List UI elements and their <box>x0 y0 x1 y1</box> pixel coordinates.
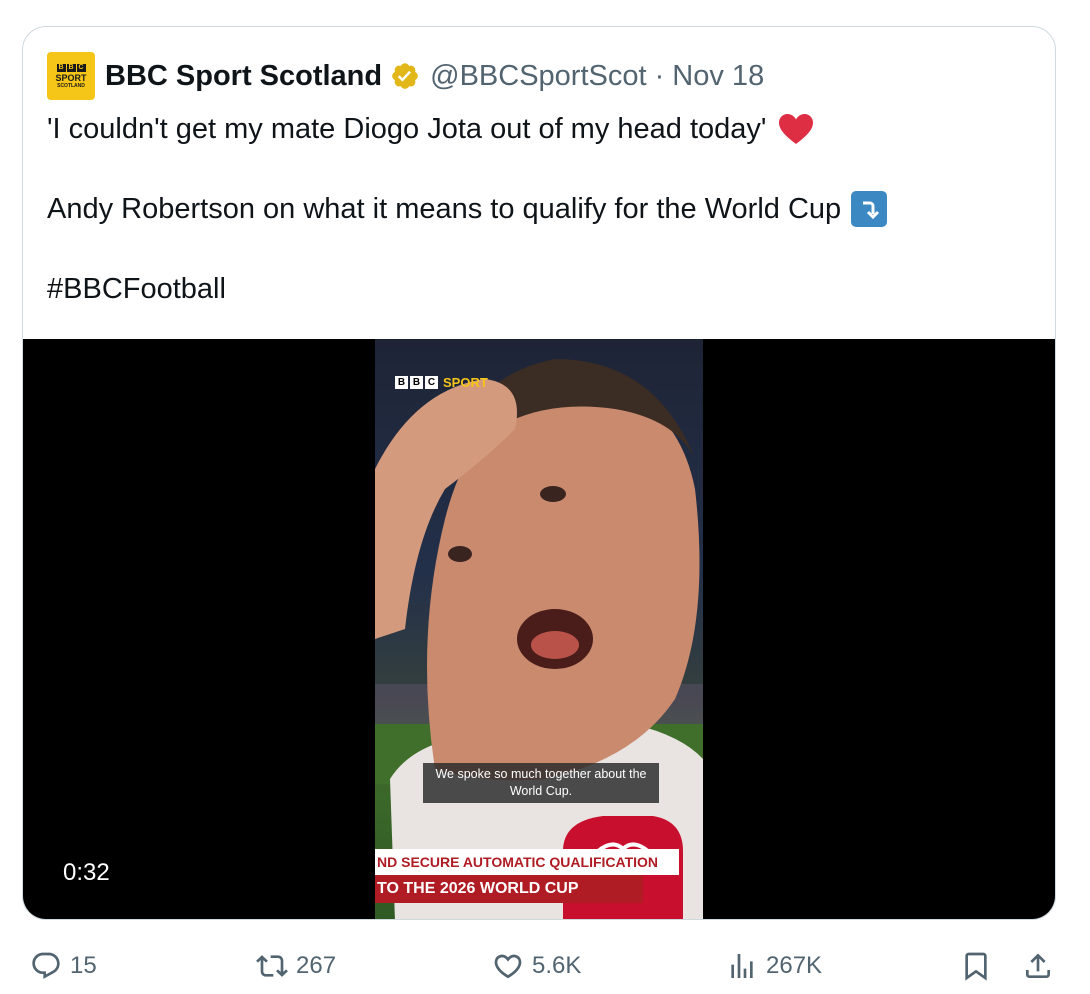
verified-badge-icon <box>392 63 418 89</box>
bookmark-icon <box>965 952 987 981</box>
tweet-header: B B C SPORT SCOTLAND BBC Sport Scotland … <box>47 51 764 101</box>
views-button[interactable]: 267K <box>726 942 822 990</box>
video-player[interactable]: B B C SPORT We spoke so much together ab… <box>23 339 1055 919</box>
tweet-actions: 15 267 5.6K 267K <box>22 942 1056 992</box>
tweet-body: 'I couldn't get my mate Diogo Jota out o… <box>47 109 1027 309</box>
bbc-sport-logo: B B C SPORT <box>395 375 488 390</box>
lower-third-top: ND SECURE AUTOMATIC QUALIFICATION <box>375 849 679 875</box>
like-icon <box>494 954 522 979</box>
like-button[interactable]: 5.6K <box>492 942 581 990</box>
video-duration: 0:32 <box>63 859 110 886</box>
views-icon <box>731 954 753 978</box>
retweet-icon <box>256 955 288 977</box>
share-button[interactable] <box>1022 942 1054 990</box>
video-frame[interactable]: B B C SPORT We spoke so much together ab… <box>375 339 703 919</box>
logo-block: C <box>425 376 438 389</box>
bookmark-button[interactable] <box>960 942 992 990</box>
tweet-card[interactable]: B B C SPORT SCOTLAND BBC Sport Scotland … <box>22 26 1056 920</box>
share-icon <box>1026 953 1050 978</box>
avatar-line2: SCOTLAND <box>57 82 85 89</box>
like-count: 5.6K <box>532 952 582 979</box>
retweet-button[interactable]: 267 <box>256 942 336 990</box>
avatar-block: B <box>66 63 76 72</box>
avatar-block: B <box>56 63 66 72</box>
tweet-line: #BBCFootball <box>47 269 1027 309</box>
avatar[interactable]: B B C SPORT SCOTLAND <box>47 52 95 100</box>
tweet-line: 'I couldn't get my mate Diogo Jota out o… <box>47 109 1027 149</box>
logo-block: B <box>395 376 408 389</box>
author-name[interactable]: BBC Sport Scotland <box>105 60 382 93</box>
reply-count: 15 <box>70 952 97 979</box>
avatar-line1: SPORT <box>55 72 87 83</box>
video-subtitle: We spoke so much together about the Worl… <box>423 763 659 803</box>
hashtag-link[interactable]: #BBCFootball <box>47 269 226 309</box>
tweet-description: Andy Robertson on what it means to quali… <box>47 193 842 225</box>
lower-third-bottom: TO THE 2026 WORLD CUP <box>375 875 643 903</box>
avatar-block: C <box>76 63 86 72</box>
reply-icon <box>32 952 60 979</box>
logo-block: B <box>410 376 423 389</box>
author-handle-date[interactable]: @BBCSportScot · Nov 18 <box>430 60 764 93</box>
arrow-curve-down-icon <box>851 191 888 227</box>
heart-emoji-icon <box>779 114 814 144</box>
tweet-line: Andy Robertson on what it means to quali… <box>47 189 1027 229</box>
logo-sport: SPORT <box>443 375 488 390</box>
retweet-count: 267 <box>296 952 337 979</box>
views-count: 267K <box>766 952 823 979</box>
tweet-quote: 'I couldn't get my mate Diogo Jota out o… <box>47 113 767 145</box>
avatar-bbc-blocks: B B C <box>56 63 86 72</box>
reply-button[interactable]: 15 <box>30 942 97 990</box>
